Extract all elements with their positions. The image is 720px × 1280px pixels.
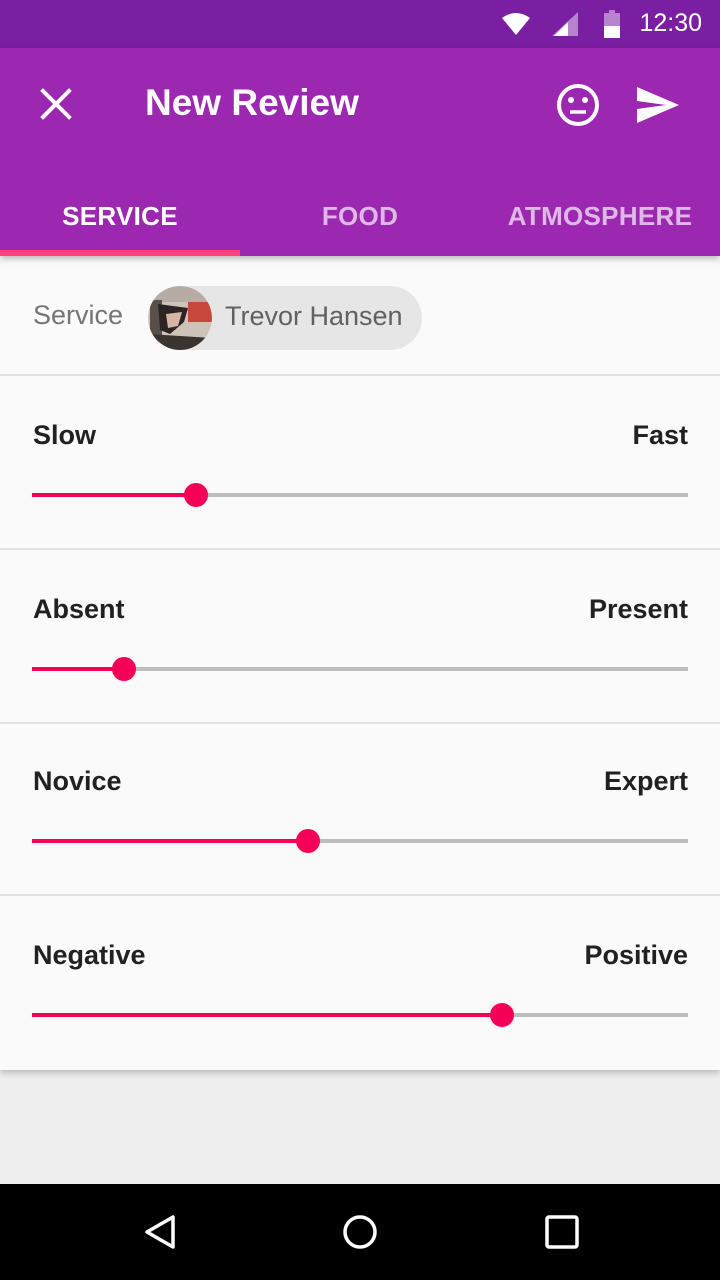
app-bar: New Review SERVICE FOOD ATMOSPHERE bbox=[0, 48, 720, 256]
slider-fill bbox=[32, 1013, 502, 1017]
slider-max-label: Present bbox=[588, 594, 688, 624]
wifi-icon bbox=[502, 13, 530, 35]
slider-track[interactable] bbox=[32, 1003, 688, 1027]
service-label: Service bbox=[33, 300, 124, 330]
slider-thumb[interactable] bbox=[295, 829, 320, 853]
tab-food[interactable]: FOOD bbox=[240, 176, 480, 256]
send-icon[interactable] bbox=[636, 86, 680, 124]
battery-icon bbox=[604, 10, 620, 38]
slider-presence: Absent Present bbox=[0, 550, 720, 724]
status-time: 12:30 bbox=[639, 9, 702, 37]
status-bar: 12:30 bbox=[0, 0, 720, 48]
slider-expertise: Novice Expert bbox=[0, 722, 720, 896]
slider-max-label: Expert bbox=[603, 766, 688, 796]
navigation-bar bbox=[0, 1184, 720, 1280]
tab-food-label: FOOD bbox=[321, 200, 399, 231]
slider-min-label: Slow bbox=[33, 420, 97, 450]
back-icon[interactable] bbox=[142, 1214, 178, 1250]
slider-thumb[interactable] bbox=[489, 1003, 514, 1027]
slider-track[interactable] bbox=[32, 829, 688, 853]
slider-min-label: Negative bbox=[33, 940, 146, 970]
neutral-face-icon[interactable] bbox=[556, 83, 600, 127]
slider-speed: Slow Fast bbox=[0, 376, 720, 550]
slider-min-label: Absent bbox=[33, 594, 125, 624]
slider-track[interactable] bbox=[32, 483, 688, 507]
review-card: Service Trevor Hansen Slow Fast Absent P… bbox=[0, 256, 720, 1070]
tab-atmosphere[interactable]: ATMOSPHERE bbox=[480, 176, 720, 256]
slider-track[interactable] bbox=[32, 657, 688, 681]
slider-fill bbox=[32, 667, 124, 671]
slider-thumb[interactable] bbox=[111, 657, 136, 681]
slider-max-label: Fast bbox=[632, 420, 688, 450]
close-icon[interactable] bbox=[40, 88, 72, 120]
tab-indicator bbox=[0, 250, 240, 256]
tab-service[interactable]: SERVICE bbox=[0, 176, 240, 256]
recents-icon[interactable] bbox=[544, 1214, 580, 1250]
slider-attitude: Negative Positive bbox=[0, 896, 720, 1068]
staff-chip[interactable]: Trevor Hansen bbox=[148, 286, 422, 350]
tab-atmosphere-label: ATMOSPHERE bbox=[507, 200, 693, 231]
slider-fill bbox=[32, 839, 308, 843]
service-row: Service Trevor Hansen bbox=[0, 256, 720, 376]
slider-fill bbox=[32, 493, 196, 497]
staff-name: Trevor Hansen bbox=[225, 301, 403, 331]
cell-signal-icon bbox=[552, 12, 578, 36]
tab-service-label: SERVICE bbox=[62, 200, 178, 231]
avatar bbox=[148, 286, 212, 350]
slider-thumb[interactable] bbox=[184, 483, 208, 507]
home-icon[interactable] bbox=[342, 1214, 378, 1250]
page-title: New Review bbox=[145, 82, 359, 123]
slider-min-label: Novice bbox=[33, 766, 122, 796]
slider-max-label: Positive bbox=[584, 940, 688, 970]
